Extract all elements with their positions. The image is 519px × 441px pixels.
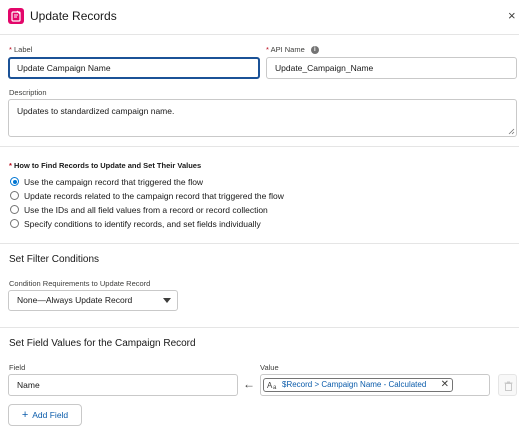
delete-row-button[interactable] (498, 374, 517, 396)
divider (0, 243, 519, 244)
svg-text:a: a (273, 385, 277, 390)
radio-button-selected[interactable] (10, 177, 19, 187)
value-input[interactable]: A a $Record > Campaign Name - Calculated… (260, 374, 490, 396)
value-pill-label: $Record > Campaign Name - Calculated (282, 380, 427, 389)
radio-option-triggering-record[interactable]: Use the campaign record that triggered t… (10, 176, 203, 188)
remove-icon[interactable]: ✕ (441, 379, 449, 391)
condition-select-value: None—Always Update Record (17, 295, 133, 305)
resize-handle-icon[interactable] (508, 128, 515, 135)
radio-option-specify-conditions[interactable]: Specify conditions to identify records, … (10, 218, 261, 230)
radio-button[interactable] (10, 191, 19, 201)
close-icon[interactable]: × (508, 9, 516, 23)
radio-button[interactable] (10, 205, 19, 215)
trash-icon (504, 381, 513, 391)
label-field-label: * Label (9, 45, 33, 54)
modal-title: Update Records (30, 9, 117, 23)
modal-header: Update Records (0, 0, 519, 35)
text-type-icon: A a (267, 381, 277, 390)
description-textarea[interactable]: Updates to standardized campaign name. (8, 99, 517, 137)
api-name-field-label: * API Name i (266, 45, 319, 55)
value-pill[interactable]: A a $Record > Campaign Name - Calculated… (263, 378, 453, 392)
divider (0, 327, 519, 328)
add-field-button[interactable]: + Add Field (8, 404, 82, 426)
arrow-left-icon: ← (243, 377, 255, 391)
value-column-label: Value (260, 363, 279, 372)
filter-section-title: Set Filter Conditions (9, 254, 100, 265)
field-values-section-title: Set Field Values for the Campaign Record (9, 338, 196, 349)
divider (0, 146, 519, 147)
radio-option-record-ids[interactable]: Use the IDs and all field values from a … (10, 204, 268, 216)
info-icon[interactable]: i (310, 46, 319, 55)
description-field-label: Description (9, 88, 47, 97)
chevron-down-icon (163, 298, 171, 303)
update-records-icon (8, 8, 24, 24)
api-name-input[interactable]: Update_Campaign_Name (266, 57, 517, 79)
condition-label: Condition Requirements to Update Record (9, 279, 151, 288)
field-column-label: Field (9, 363, 26, 372)
field-input[interactable]: Name (8, 374, 238, 396)
condition-select[interactable]: None—Always Update Record (8, 290, 178, 311)
find-records-label: * How to Find Records to Update and Set … (9, 161, 202, 170)
add-icon: + (21, 409, 29, 421)
radio-button[interactable] (10, 219, 19, 229)
radio-option-related-records[interactable]: Update records related to the campaign r… (10, 190, 284, 202)
label-input[interactable]: Update Campaign Name (8, 57, 260, 79)
